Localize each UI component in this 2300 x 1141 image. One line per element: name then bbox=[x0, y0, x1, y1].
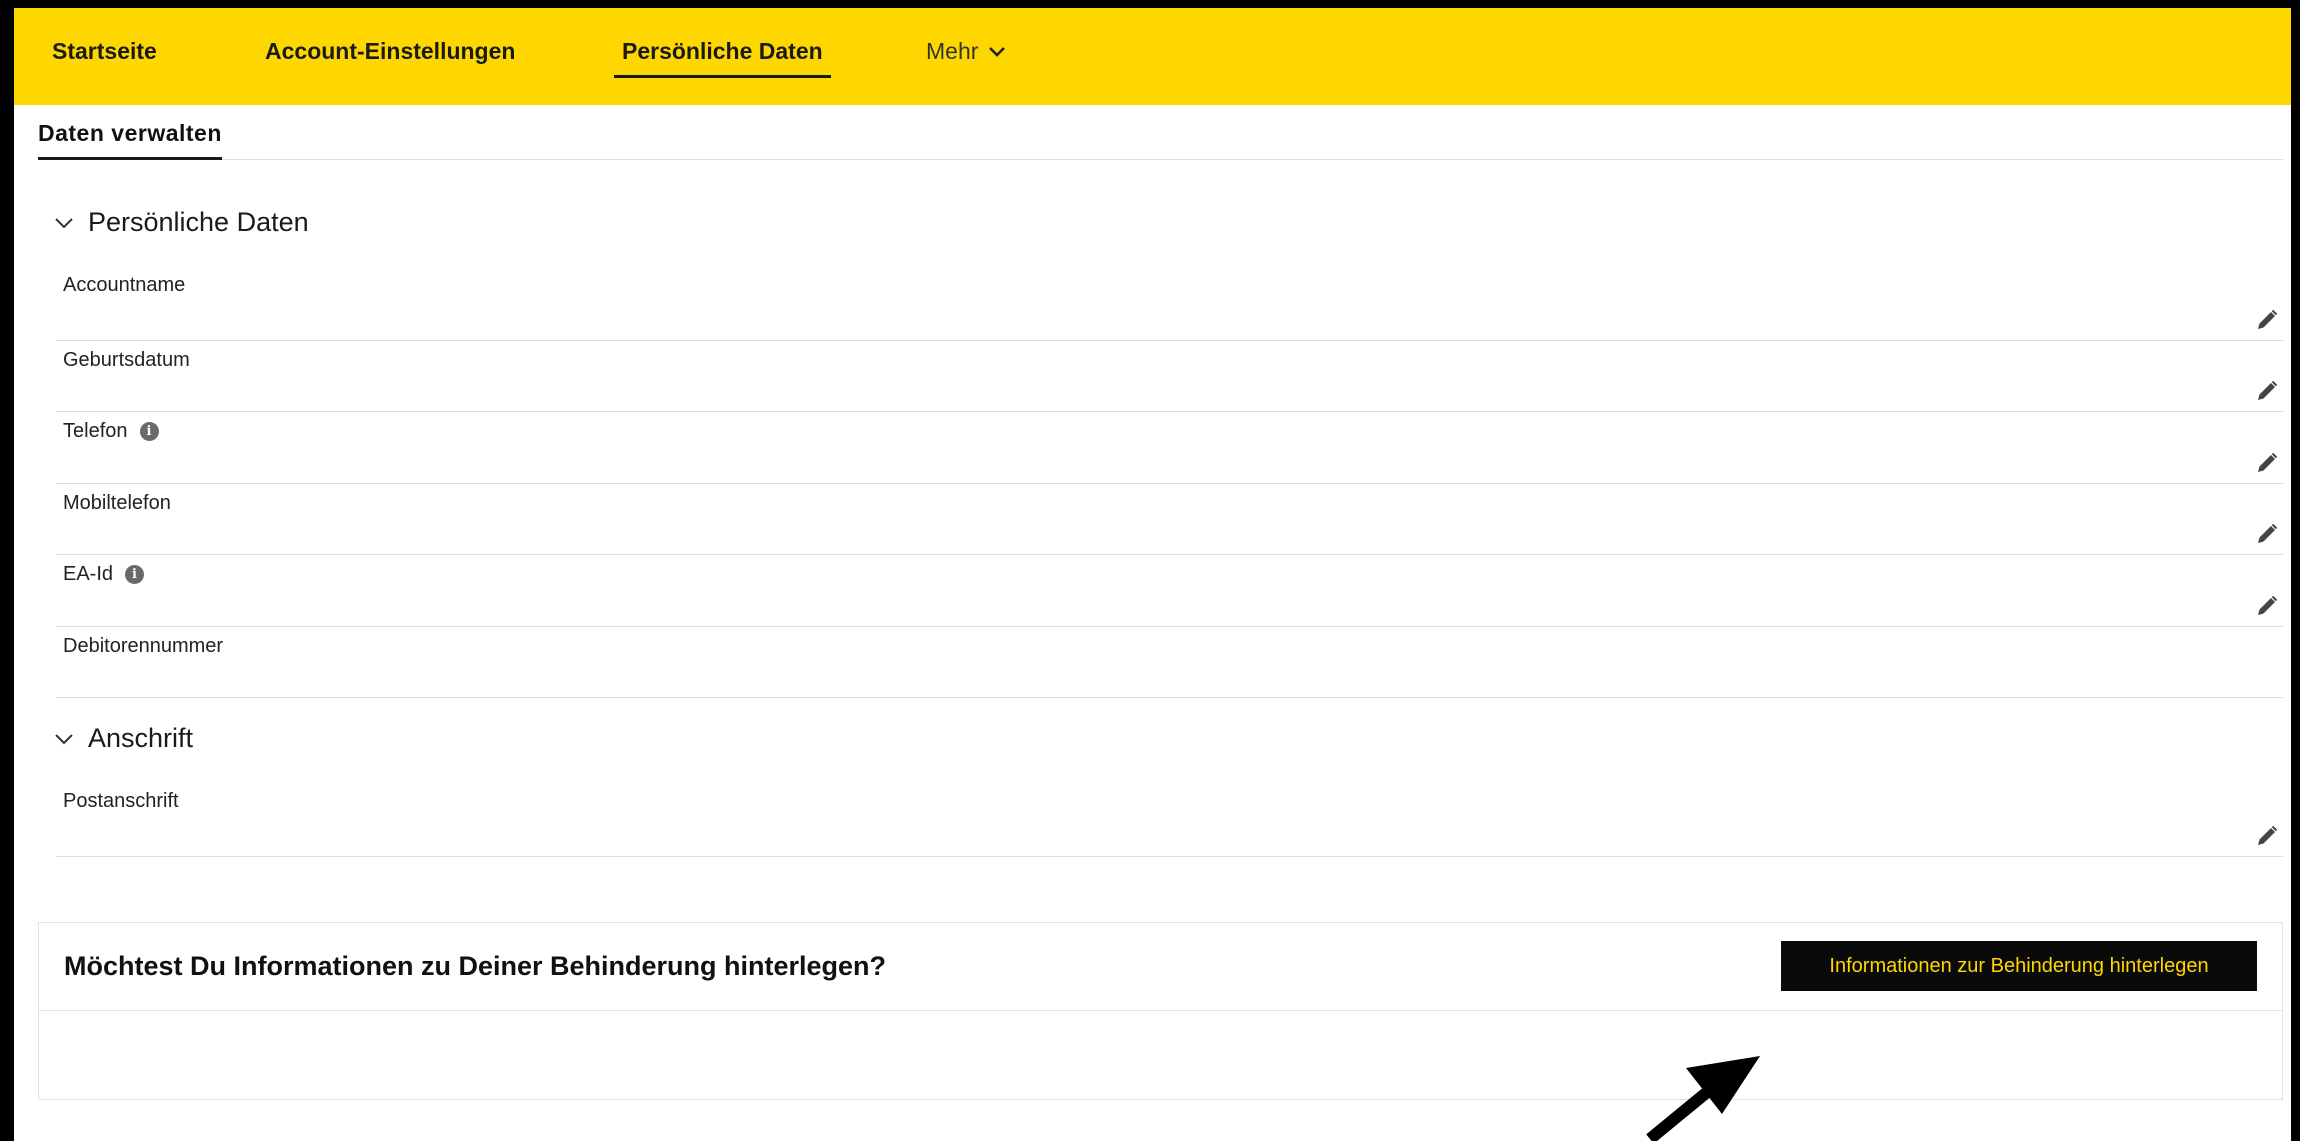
info-icon[interactable]: i bbox=[139, 422, 159, 441]
nav-item-startseite[interactable]: Startseite bbox=[52, 38, 157, 65]
subtab-manage-data[interactable]: Daten verwalten bbox=[38, 120, 222, 160]
top-navigation: Startseite Account-Einstellungen Persönl… bbox=[14, 8, 2291, 105]
field-label: Telefon i bbox=[63, 420, 159, 443]
field-label-text: Telefon bbox=[63, 420, 128, 442]
chevron-down-icon bbox=[55, 733, 73, 744]
field-label: Mobiltelefon bbox=[63, 492, 171, 515]
nav-item-personal-data[interactable]: Persönliche Daten bbox=[614, 38, 831, 78]
chevron-down-icon bbox=[989, 46, 1006, 57]
field-row-debitorennummer: Debitorennummer bbox=[56, 627, 2283, 698]
section-title-personal-data: Persönliche Daten bbox=[88, 207, 309, 237]
field-row-accountname: Accountname bbox=[56, 266, 2283, 341]
field-label: EA-Id i bbox=[63, 563, 145, 586]
nav-item-account-settings[interactable]: Account-Einstellungen bbox=[265, 38, 515, 65]
nav-more-label: Mehr bbox=[926, 38, 979, 64]
field-label-text: EA-Id bbox=[63, 563, 114, 585]
field-label-text: Mobiltelefon bbox=[63, 492, 171, 514]
add-disability-info-button[interactable]: Informationen zur Behinderung hinterlege… bbox=[1781, 941, 2257, 991]
pencil-icon[interactable] bbox=[2255, 522, 2279, 546]
pencil-icon[interactable] bbox=[2255, 308, 2279, 332]
field-label-text: Accountname bbox=[63, 274, 186, 296]
field-row-ea-id: EA-Id i bbox=[56, 555, 2283, 627]
section-toggle-address[interactable]: Anschrift bbox=[54, 723, 193, 754]
section-toggle-personal-data[interactable]: Persönliche Daten bbox=[54, 207, 309, 238]
subtab-bar: Daten verwalten bbox=[38, 105, 2283, 160]
field-label: Accountname bbox=[63, 274, 185, 297]
field-label: Geburtsdatum bbox=[63, 349, 190, 372]
field-row-geburtsdatum: Geburtsdatum bbox=[56, 341, 2283, 412]
section-title-address: Anschrift bbox=[88, 723, 194, 753]
disability-info-card: Möchtest Du Informationen zu Deiner Behi… bbox=[38, 922, 2283, 1100]
info-icon[interactable]: i bbox=[125, 565, 145, 584]
nav-more-dropdown[interactable]: Mehr bbox=[926, 38, 1006, 65]
field-label-text: Geburtsdatum bbox=[63, 349, 190, 371]
chevron-down-icon bbox=[55, 217, 73, 228]
field-label: Postanschrift bbox=[63, 790, 179, 813]
field-label-text: Debitorennummer bbox=[63, 635, 224, 657]
arrow-annotation-icon bbox=[1646, 1056, 1760, 1141]
pencil-icon[interactable] bbox=[2255, 379, 2279, 403]
pencil-icon[interactable] bbox=[2255, 451, 2279, 475]
pencil-icon[interactable] bbox=[2255, 824, 2279, 848]
page-frame: Startseite Account-Einstellungen Persönl… bbox=[14, 8, 2291, 1141]
field-row-postanschrift: Postanschrift bbox=[56, 782, 2283, 857]
field-label: Debitorennummer bbox=[63, 635, 223, 658]
field-row-telefon: Telefon i bbox=[56, 412, 2283, 484]
field-label-text: Postanschrift bbox=[63, 790, 179, 812]
field-row-mobiltelefon: Mobiltelefon bbox=[56, 484, 2283, 555]
pencil-icon[interactable] bbox=[2255, 594, 2279, 618]
disability-question: Möchtest Du Informationen zu Deiner Behi… bbox=[64, 951, 887, 981]
